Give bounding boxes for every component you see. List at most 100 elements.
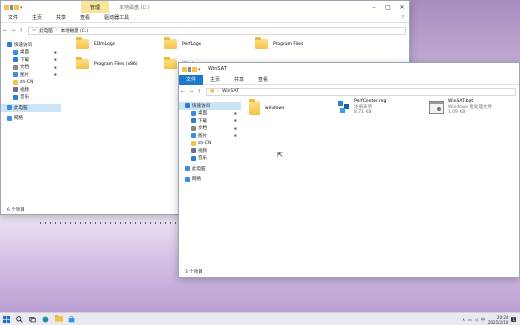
clock[interactable]: 20:24 2025/2/10 bbox=[488, 315, 509, 325]
list-item[interactable]: windows bbox=[249, 99, 285, 115]
nav-label: 网络 bbox=[192, 177, 201, 183]
nav-label: 下载 bbox=[198, 118, 207, 124]
pin-icon: ✱ bbox=[53, 64, 57, 70]
tab-share[interactable]: 共享 bbox=[49, 13, 73, 23]
nav-label: 视频 bbox=[20, 87, 29, 93]
nav-item-this-pc[interactable]: 此电脑 bbox=[1, 104, 61, 112]
desktop-icon bbox=[13, 49, 18, 55]
address-input[interactable]: ▭ 此电脑 › 本地磁盘 (C:) bbox=[28, 26, 406, 35]
picture-icon bbox=[13, 72, 18, 78]
network-icon bbox=[185, 176, 190, 182]
title-bar[interactable]: ▾ 管理 本地磁盘 (C:) – □ ✕ bbox=[1, 1, 409, 13]
folder-icon bbox=[164, 37, 177, 49]
search-icon[interactable] bbox=[13, 313, 26, 325]
title-bar[interactable]: ▾ WinSAT bbox=[179, 63, 519, 75]
list-item[interactable]: PerfCenter.reg 注册表项 8.71 KB bbox=[337, 99, 386, 116]
network-icon[interactable]: ▭ bbox=[468, 317, 472, 322]
chevron-up-icon[interactable]: ∧ bbox=[462, 317, 465, 322]
maximize-button[interactable]: □ bbox=[381, 1, 395, 13]
network-icon bbox=[7, 115, 12, 121]
nav-item-quick-access[interactable]: 快速访问 bbox=[1, 41, 61, 49]
pin-icon: ✱ bbox=[233, 133, 237, 139]
chevron-down-icon[interactable]: ▾ bbox=[20, 5, 25, 11]
notification-icon[interactable]: 1 bbox=[511, 317, 516, 322]
list-item[interactable]: Program Files (x86) bbox=[76, 57, 138, 69]
volume-icon[interactable]: ◁ bbox=[475, 317, 478, 322]
ribbon-tabs: 文件 主页 共享 查看 bbox=[179, 74, 519, 85]
store-icon[interactable] bbox=[65, 313, 78, 325]
notification-count: 1 bbox=[512, 317, 515, 322]
item-name: windows bbox=[265, 105, 285, 111]
tab-home[interactable]: 主页 bbox=[203, 75, 227, 85]
quick-access-toolbar: ▾ bbox=[1, 4, 25, 11]
address-input[interactable]: ■ › WinSAT bbox=[206, 87, 516, 96]
breadcrumb-item[interactable]: 本地磁盘 (C:) bbox=[61, 28, 89, 34]
nav-item-music[interactable]: 音乐 bbox=[179, 155, 241, 163]
nav-item-quick-access[interactable]: 快速访问 bbox=[179, 102, 241, 110]
list-item[interactable]: PerfLogs bbox=[164, 37, 201, 49]
nav-item-videos[interactable]: 视频 bbox=[179, 147, 241, 155]
tab-home[interactable]: 主页 bbox=[25, 13, 49, 23]
nav-item-downloads[interactable]: 下载 ✱ bbox=[179, 117, 241, 125]
status-bar: 3 个项目 bbox=[185, 270, 203, 275]
wallpaper-fence bbox=[40, 222, 190, 224]
nav-item-documents[interactable]: 文档 ✱ bbox=[1, 64, 61, 72]
star-icon bbox=[185, 103, 190, 109]
chevron-down-icon[interactable]: ▾ bbox=[198, 67, 203, 73]
list-item[interactable]: Program Files bbox=[255, 37, 303, 49]
tab-view[interactable]: 查看 bbox=[73, 13, 97, 23]
tab-share[interactable]: 共享 bbox=[227, 75, 251, 85]
pin-icon: ✱ bbox=[53, 72, 57, 78]
windows-logo-icon bbox=[3, 315, 10, 323]
nav-item-music[interactable]: 音乐 bbox=[1, 94, 61, 102]
chevron-right-icon: › bbox=[217, 89, 220, 94]
nav-item-downloads[interactable]: 下载 ✱ bbox=[1, 56, 61, 64]
minimize-button[interactable]: – bbox=[367, 1, 381, 13]
ime-indicator[interactable]: 中 bbox=[481, 317, 485, 323]
nav-item-desktop[interactable]: 桌面 ✱ bbox=[179, 110, 241, 118]
forward-arrow-icon[interactable]: → bbox=[9, 28, 17, 34]
up-arrow-icon[interactable]: ↑ bbox=[17, 28, 25, 34]
nav-item-this-pc[interactable]: 此电脑 bbox=[179, 165, 241, 173]
start-button[interactable] bbox=[0, 313, 13, 325]
pin-icon: ✱ bbox=[53, 57, 57, 63]
window-title: WinSAT bbox=[208, 66, 227, 72]
nav-item-network[interactable]: 网络 bbox=[179, 176, 241, 184]
nav-label: 图片 bbox=[198, 133, 207, 139]
tab-file[interactable]: 文件 bbox=[1, 13, 25, 23]
edge-icon[interactable] bbox=[39, 313, 52, 325]
chevron-right-icon: › bbox=[55, 28, 58, 33]
back-arrow-icon[interactable]: ← bbox=[1, 28, 9, 34]
nav-label: 视频 bbox=[198, 148, 207, 154]
breadcrumb-item[interactable]: 此电脑 bbox=[39, 28, 53, 34]
tab-view[interactable]: 查看 bbox=[251, 75, 275, 85]
tab-drive-tools[interactable]: 驱动器工具 bbox=[97, 13, 136, 23]
pin-icon: ✱ bbox=[233, 125, 237, 131]
picture-icon bbox=[191, 133, 196, 139]
nav-item-documents[interactable]: 文档 ✱ bbox=[179, 125, 241, 133]
back-arrow-icon[interactable]: ← bbox=[179, 89, 187, 95]
explorer-window-winsat[interactable]: ▾ WinSAT 文件 主页 共享 查看 ← → ↑ ■ › WinSAT 快速… bbox=[178, 62, 520, 278]
file-explorer-taskbar-icon[interactable] bbox=[52, 313, 65, 325]
nav-item-desktop[interactable]: 桌面 ✱ bbox=[1, 49, 61, 57]
nav-item-zh-cn[interactable]: zh-CN bbox=[1, 79, 61, 87]
help-icon[interactable]: ? bbox=[401, 15, 404, 21]
tab-file[interactable]: 文件 bbox=[179, 74, 204, 85]
list-item[interactable]: WinSAT.bat Windows 批处理文件 1.09 KB bbox=[429, 99, 492, 116]
folder-icon bbox=[255, 37, 268, 49]
nav-item-network[interactable]: 网络 bbox=[1, 115, 61, 123]
document-icon bbox=[13, 64, 18, 70]
manage-context-tab[interactable]: 管理 bbox=[81, 1, 109, 13]
close-button[interactable]: ✕ bbox=[395, 1, 409, 13]
nav-item-pictures[interactable]: 图片 ✱ bbox=[1, 71, 61, 79]
task-view-icon[interactable] bbox=[26, 313, 39, 325]
breadcrumb-item[interactable]: WinSAT bbox=[222, 89, 239, 94]
folder-icon bbox=[191, 140, 196, 146]
computer-icon: ▭ bbox=[32, 28, 37, 33]
nav-item-zh-cn[interactable]: zh-CN bbox=[179, 140, 241, 148]
list-item[interactable]: EDmLogs bbox=[76, 37, 115, 49]
nav-item-videos[interactable]: 视频 bbox=[1, 86, 61, 94]
forward-arrow-icon[interactable]: → bbox=[187, 89, 195, 95]
nav-item-pictures[interactable]: 图片 ✱ bbox=[179, 132, 241, 140]
up-arrow-icon[interactable]: ↑ bbox=[195, 89, 203, 95]
